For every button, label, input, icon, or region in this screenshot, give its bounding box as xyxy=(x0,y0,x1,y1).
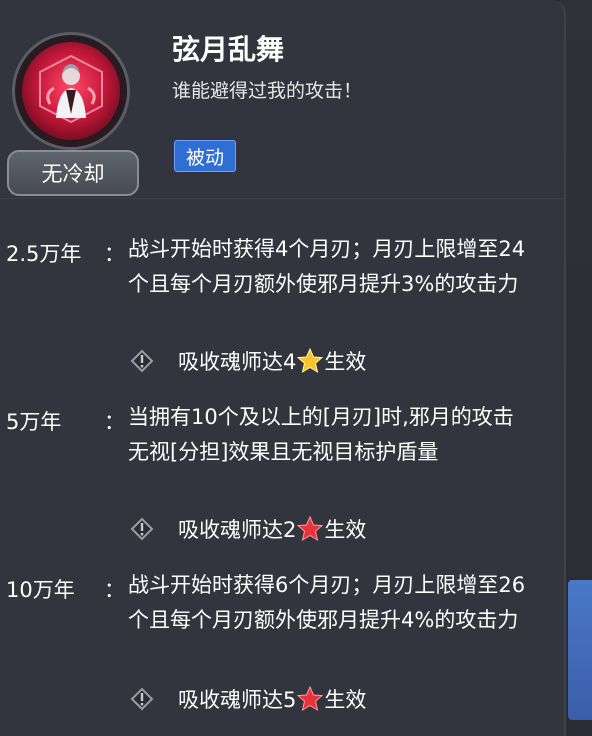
star-icon xyxy=(297,348,324,374)
star-icon xyxy=(297,516,324,542)
cooldown-badge: 无冷却 xyxy=(7,150,139,196)
skill-quote: 谁能避得过我的攻击！ xyxy=(172,80,363,102)
tier-requirement: 吸收魂师达5 生效 xyxy=(128,684,366,714)
tier-colon: ： xyxy=(104,242,125,266)
diamond-exclamation-icon xyxy=(130,349,154,373)
requirement-text: 吸收魂师达4 xyxy=(178,350,297,374)
tier-description: 战斗开始时获得4个月刃；月刃上限增至24个且每个月刃额外使邪月提升3%的攻击力 xyxy=(128,237,526,296)
diamond-exclamation-icon xyxy=(130,517,154,541)
tier-year: 5万年 xyxy=(6,410,62,434)
tier-year: 10万年 xyxy=(6,578,75,602)
skill-avatar xyxy=(12,32,130,150)
character-portrait-icon xyxy=(39,54,103,124)
tier-colon: ： xyxy=(104,578,125,602)
skill-tooltip-panel: 无冷却 弦月乱舞 谁能避得过我的攻击！ 被动 2.5万年 ： 战斗开始时获得4个… xyxy=(0,0,566,736)
tier-requirement: 吸收魂师达4 生效 xyxy=(128,346,366,376)
skill-name: 弦月乱舞 xyxy=(172,33,285,66)
star-icon xyxy=(297,686,324,712)
requirement-text: 吸收魂师达5 xyxy=(178,688,297,712)
requirement-text: 吸收魂师达2 xyxy=(178,518,297,542)
tier-description: 当拥有10个及以上的[月刃]时,邪月的攻击无视[分担]效果且无视目标护盾量 xyxy=(128,405,514,464)
tier-colon: ： xyxy=(104,410,125,434)
requirement-suffix: 生效 xyxy=(324,518,367,542)
tier-year: 2.5万年 xyxy=(6,242,82,266)
diamond-exclamation-icon xyxy=(130,687,154,711)
background-button xyxy=(568,580,592,720)
header-divider xyxy=(0,198,566,199)
requirement-suffix: 生效 xyxy=(324,688,367,712)
requirement-suffix: 生效 xyxy=(324,350,367,374)
tier-requirement: 吸收魂师达2 生效 xyxy=(128,514,366,544)
tier-description: 战斗开始时获得6个月刃；月刃上限增至26个且每个月刃额外使邪月提升4%的攻击力 xyxy=(128,573,526,632)
skill-type-tag: 被动 xyxy=(174,140,236,172)
